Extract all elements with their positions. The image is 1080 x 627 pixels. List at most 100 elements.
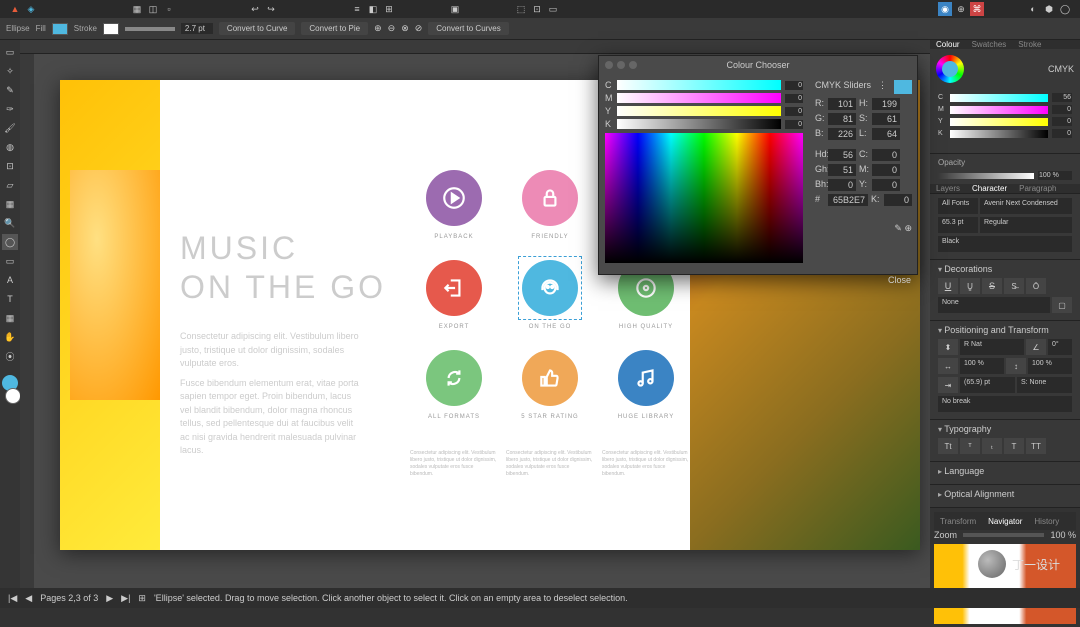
pos-1[interactable]: ⬍	[938, 339, 958, 355]
language-label[interactable]: ▸ Language	[938, 466, 1072, 476]
frame-text-tool[interactable]: T	[2, 291, 18, 307]
nav-first-icon[interactable]: |◀	[8, 593, 17, 604]
dbl-underline-btn[interactable]: U̳	[960, 278, 980, 294]
undo-icon[interactable]: ↩	[248, 2, 262, 16]
cc-slider-y[interactable]	[617, 106, 781, 116]
strike-btn[interactable]: S	[982, 278, 1002, 294]
layer-icon[interactable]: ▣	[448, 2, 462, 16]
opacity-slider[interactable]	[938, 173, 1034, 179]
cc-mode[interactable]: CMYK Sliders	[815, 80, 871, 94]
font-size[interactable]: 65.3 pt	[938, 217, 978, 233]
slider-c[interactable]	[950, 94, 1048, 102]
max-dot[interactable]	[629, 61, 637, 69]
export-icon[interactable]	[426, 260, 482, 316]
preflight-icon[interactable]: ⊞	[138, 593, 146, 604]
doc-icon[interactable]: ◈	[24, 2, 38, 16]
sync-icon-c[interactable]	[426, 350, 482, 406]
tab-transform[interactable]: Transform	[934, 517, 982, 526]
art-text-tool[interactable]: A	[2, 272, 18, 288]
fill-tool[interactable]: ◍	[2, 139, 18, 155]
colour-area[interactable]	[605, 133, 803, 263]
pos-3[interactable]: ↔	[938, 358, 958, 374]
placeimg-tool[interactable]: ▦	[2, 196, 18, 212]
cc-b[interactable]: 226	[828, 128, 856, 140]
slider-k[interactable]	[950, 130, 1048, 138]
mask-icon[interactable]: ▭	[546, 2, 560, 16]
slider-y[interactable]	[950, 118, 1048, 126]
no-break[interactable]: No break	[938, 396, 1072, 412]
cc-slider-c[interactable]	[617, 80, 781, 90]
zoom-value[interactable]: 100 %	[1050, 530, 1076, 540]
colour-picker-tool[interactable]: ⦿	[2, 348, 18, 364]
page-left[interactable]: MUSIC ON THE GO Consectetur adipiscing e…	[60, 80, 390, 550]
cc-add-icon[interactable]: ⊕	[904, 223, 912, 233]
fx-icon[interactable]: ⬚	[514, 2, 528, 16]
typography-label[interactable]: ▾ Typography	[938, 424, 1072, 434]
thumbsup-icon[interactable]	[522, 350, 578, 406]
tab-navigator[interactable]: Navigator	[982, 517, 1028, 526]
bg-colour[interactable]	[5, 388, 21, 404]
slider-m[interactable]	[950, 106, 1048, 114]
dbl-strike-btn[interactable]: S̶	[1004, 278, 1024, 294]
overline-btn[interactable]: Ō	[1026, 278, 1046, 294]
grid-icon[interactable]: ▦	[130, 2, 144, 16]
close-dot[interactable]	[605, 61, 613, 69]
cc-l[interactable]: 64	[872, 128, 900, 140]
dec-none[interactable]: None	[938, 297, 1050, 313]
zoom-tool[interactable]: 🔍	[2, 215, 18, 231]
op-icon-4[interactable]: ⊘	[415, 23, 423, 34]
cc-eyedropper-icon[interactable]: ✎	[894, 223, 902, 233]
snap-icon[interactable]: ◫	[146, 2, 160, 16]
stroke-slider[interactable]	[125, 27, 175, 31]
op-icon-3[interactable]: ⊗	[401, 23, 409, 34]
zoom-slider[interactable]	[963, 533, 1044, 537]
crop-icon[interactable]: ⊡	[530, 2, 544, 16]
lock-icon[interactable]	[522, 170, 578, 226]
redo-icon[interactable]: ↪	[264, 2, 278, 16]
underline-btn[interactable]: U	[938, 278, 958, 294]
min-dot[interactable]	[617, 61, 625, 69]
play-icon[interactable]	[426, 170, 482, 226]
cc-g[interactable]: 81	[828, 113, 856, 125]
pos-5[interactable]: ⇥	[938, 377, 958, 393]
colour-wheel[interactable]	[936, 55, 964, 83]
font-weight[interactable]: Regular	[980, 217, 1072, 233]
arrange-icon[interactable]: ⊞	[382, 2, 396, 16]
colour-mode[interactable]: CMYK	[1048, 64, 1074, 74]
tab-layers[interactable]: Layers	[930, 184, 966, 193]
pencil-tool[interactable]: ✑	[2, 101, 18, 117]
fill-swatch[interactable]	[52, 23, 68, 35]
account-icon[interactable]: ◐	[1026, 2, 1040, 16]
pos-4[interactable]: ↕	[1006, 358, 1026, 374]
sync-icon[interactable]: ◯	[1058, 2, 1072, 16]
cc-s[interactable]: 61	[872, 113, 900, 125]
persona-3-icon[interactable]: ⌘	[970, 2, 984, 16]
nav-last-icon[interactable]: ▶|	[121, 593, 130, 604]
tab-character[interactable]: Character	[966, 184, 1013, 193]
nav-prev-icon[interactable]: ◀	[25, 593, 32, 604]
rect-tool[interactable]: ▭	[2, 253, 18, 269]
close-button[interactable]: Close	[599, 269, 917, 291]
optical-align-label[interactable]: ▸ Optical Alignment	[938, 489, 1072, 499]
nav-next-icon[interactable]: ▶	[106, 593, 113, 604]
tab-paragraph[interactable]: Paragraph	[1013, 184, 1062, 193]
convert-pie-button[interactable]: Convert to Pie	[301, 22, 368, 35]
pos-2[interactable]: ∠	[1026, 339, 1046, 355]
crop-tool[interactable]: ⊡	[2, 158, 18, 174]
op-icon-1[interactable]: ⊕	[374, 23, 382, 34]
colour-chooser-dialog[interactable]: Colour Chooser C0 M0 Y0 K0 CMYK Sliders⋮…	[598, 55, 918, 275]
shape-tool[interactable]: ▱	[2, 177, 18, 193]
hand-tool[interactable]: ✋	[2, 329, 18, 345]
convert-curve-button[interactable]: Convert to Curve	[219, 22, 295, 35]
table-tool[interactable]: ▦	[2, 310, 18, 326]
tab-swatches[interactable]: Swatches	[966, 40, 1013, 49]
cc-h[interactable]: 199	[872, 98, 900, 110]
tab-history[interactable]: History	[1028, 517, 1065, 526]
dist-icon[interactable]: ◧	[366, 2, 380, 16]
logo-icon[interactable]: ▲	[8, 2, 22, 16]
brush-tool[interactable]: 🖌	[2, 120, 18, 136]
persona-2-icon[interactable]: ⊕	[954, 2, 968, 16]
headphone-icon[interactable]	[522, 260, 578, 316]
tab-stroke[interactable]: Stroke	[1012, 40, 1047, 49]
persona-1-icon[interactable]: ◉	[938, 2, 952, 16]
